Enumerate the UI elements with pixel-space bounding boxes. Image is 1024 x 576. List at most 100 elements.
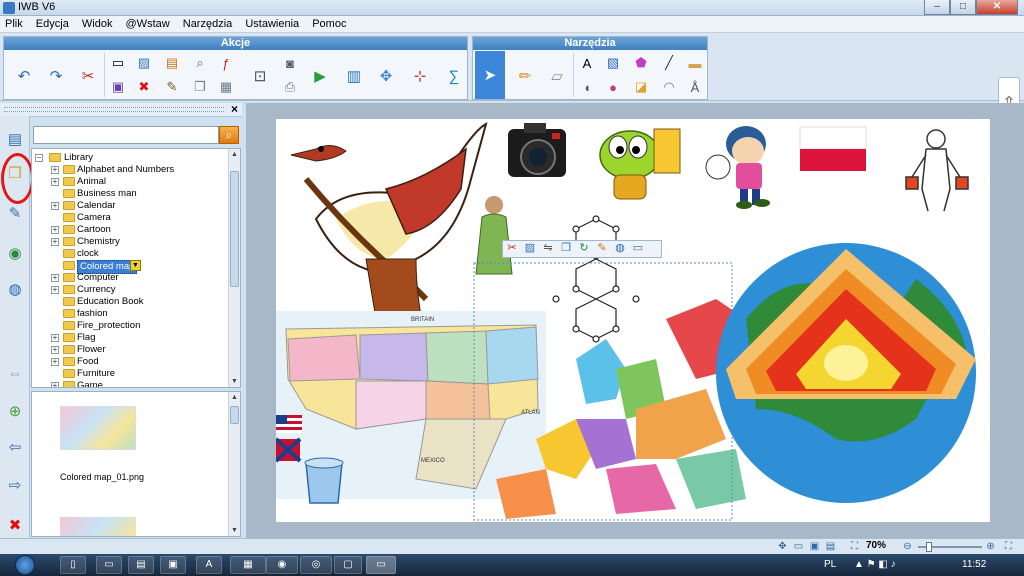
expand-icon[interactable]: +: [51, 226, 59, 234]
globe-icon[interactable]: ◍: [3, 276, 27, 302]
zoom-out-icon[interactable]: ⊖: [901, 540, 914, 553]
camera-icon[interactable]: ◙: [280, 53, 300, 73]
fit-width-icon[interactable]: ▤: [824, 540, 837, 553]
close-button[interactable]: ✕: [976, 0, 1018, 15]
expand-icon[interactable]: +: [51, 202, 59, 210]
maximize-button[interactable]: □: [950, 0, 976, 15]
preview-scrollbar[interactable]: ▲ ▼: [228, 392, 240, 536]
search-icon[interactable]: ⌕: [219, 126, 239, 144]
taskbar-item-5[interactable]: A: [196, 556, 222, 574]
protractor-icon[interactable]: ◠: [659, 77, 679, 97]
grid-icon[interactable]: ⊹: [404, 53, 436, 99]
taskbar-item-4[interactable]: ▣: [160, 556, 186, 574]
menu-narzedzia[interactable]: Narzędzia: [178, 16, 238, 33]
expand-icon[interactable]: +: [51, 382, 59, 387]
layers-icon[interactable]: ❐: [557, 241, 575, 257]
pen-icon[interactable]: ✏: [509, 53, 541, 99]
polygon-icon[interactable]: ⬟: [631, 53, 651, 73]
menu-plik[interactable]: Plik: [0, 16, 28, 33]
expand-icon[interactable]: +: [51, 238, 59, 246]
palette-icon[interactable]: ▤: [162, 53, 182, 73]
expand-icon[interactable]: +: [51, 334, 59, 342]
menu-edycja[interactable]: Edycja: [31, 16, 74, 33]
flip-icon[interactable]: ⇋: [539, 241, 557, 257]
ruler-icon[interactable]: ▬: [685, 53, 705, 73]
camera-clipart[interactable]: [508, 123, 566, 177]
expand-icon[interactable]: +: [51, 274, 59, 282]
whiteboard-canvas[interactable]: BRITAIN MEXICO ATLAN ✂ ▨ ⇋ ❐ ↻ ✎ ◍ ▭: [276, 119, 990, 522]
eraser-icon[interactable]: ✎: [162, 77, 182, 97]
text-icon[interactable]: A: [577, 53, 597, 73]
taskbar-item-9[interactable]: ▢: [334, 556, 362, 574]
chart-icon[interactable]: ▥: [338, 53, 370, 99]
preview-thumbnail-next[interactable]: [60, 517, 136, 536]
zoom-fit-icon[interactable]: ⛶: [848, 540, 861, 553]
image-icon[interactable]: ▨: [521, 241, 539, 257]
page-icon[interactable]: ▭: [792, 540, 805, 553]
network-icon[interactable]: ◉: [3, 240, 27, 266]
add-page-icon[interactable]: ⊕: [3, 398, 27, 424]
frog-clipart[interactable]: [599, 128, 681, 200]
menu-widok[interactable]: Widok: [77, 16, 118, 33]
export-icon[interactable]: ⇨: [3, 472, 27, 498]
page-sorter-icon[interactable]: ▤: [3, 126, 27, 152]
copy-icon[interactable]: ❐: [190, 77, 210, 97]
dropdown-arrow-icon[interactable]: ▼: [130, 260, 141, 271]
resize-handle-icon[interactable]: ⇔: [3, 360, 27, 386]
fit-page-icon[interactable]: ▣: [808, 540, 821, 553]
speaker-icon[interactable]: ◖: [577, 77, 597, 97]
clipboard-icon[interactable]: ▦: [216, 77, 236, 97]
preview-thumbnail[interactable]: [60, 406, 136, 450]
undo-icon[interactable]: ↶: [8, 53, 40, 99]
zoom-move-icon[interactable]: ✥: [776, 540, 789, 553]
us-flag[interactable]: [276, 415, 302, 433]
clock[interactable]: 11:52: [962, 559, 986, 570]
redo-icon[interactable]: ↷: [40, 53, 72, 99]
window-icon[interactable]: ▭: [629, 241, 647, 257]
menu-wstaw[interactable]: @Wstaw: [121, 16, 175, 33]
minimize-button[interactable]: –: [924, 0, 950, 15]
recycle-bin-icon[interactable]: [304, 457, 344, 504]
expand-icon[interactable]: +: [51, 346, 59, 354]
video-recorder-icon[interactable]: ▶: [304, 53, 336, 99]
taskbar-item-2[interactable]: ▭: [96, 556, 122, 574]
print-icon[interactable]: ⎙: [280, 77, 300, 97]
select-arrow-icon[interactable]: ➤: [475, 51, 505, 99]
taskbar-item-8[interactable]: ◎: [300, 556, 332, 574]
zoom-in-icon[interactable]: ⊕: [984, 540, 997, 553]
taskbar-item-3[interactable]: ▤: [128, 556, 154, 574]
molecule-clipart[interactable]: [552, 215, 640, 343]
flash-icon[interactable]: ƒ: [216, 53, 236, 73]
import-icon[interactable]: ⇦: [3, 434, 27, 460]
eraser-tool-icon[interactable]: ▱: [541, 53, 573, 99]
cut-icon[interactable]: ✂: [72, 53, 104, 99]
taskbar-item-7[interactable]: ◉: [266, 556, 298, 574]
move-icon[interactable]: ✥: [370, 53, 402, 99]
panel-close-icon[interactable]: ×: [231, 102, 238, 116]
globe-icon[interactable]: ◍: [611, 241, 629, 257]
menu-ustawienia[interactable]: Ustawienia: [240, 16, 304, 33]
polish-flag[interactable]: [799, 126, 867, 171]
expand-icon[interactable]: +: [51, 178, 59, 186]
save-icon[interactable]: ▣: [108, 77, 128, 97]
zoom-slider-knob[interactable]: [926, 542, 932, 552]
expand-icon[interactable]: +: [51, 286, 59, 294]
taskbar-item-1[interactable]: ▯: [60, 556, 86, 574]
cut-icon[interactable]: ✂: [503, 241, 521, 257]
start-button[interactable]: [6, 554, 44, 576]
search-input[interactable]: [33, 126, 219, 144]
earth-clipart[interactable]: [716, 243, 976, 503]
rotate-icon[interactable]: ↻: [575, 241, 593, 257]
language-indicator[interactable]: PL: [824, 559, 836, 570]
screen-capture-icon[interactable]: ⊡: [244, 53, 276, 99]
expand-icon[interactable]: +: [51, 358, 59, 366]
delete-icon[interactable]: ✖: [134, 77, 154, 97]
fullscreen-icon[interactable]: ⛶: [1002, 540, 1015, 553]
taskbar-item-6[interactable]: ▦: [230, 556, 266, 574]
compass-icon[interactable]: Å: [685, 77, 705, 97]
tray-icons[interactable]: ▲ ⚑ ◧ ♪: [854, 559, 896, 570]
color-icon[interactable]: ▧: [603, 53, 623, 73]
menu-pomoc[interactable]: Pomoc: [307, 16, 351, 33]
zoom-icon[interactable]: ⌕: [190, 53, 210, 73]
woman-clipart[interactable]: [475, 196, 513, 275]
